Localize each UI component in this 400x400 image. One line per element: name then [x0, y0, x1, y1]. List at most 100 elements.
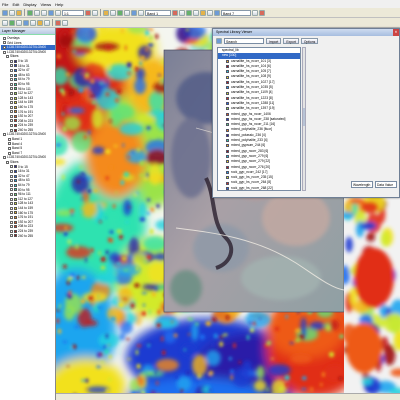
- import-button[interactable]: Import: [266, 38, 282, 44]
- layer-checkbox[interactable]: [3, 156, 6, 160]
- vector-icon[interactable]: [117, 9, 123, 16]
- layer-checkbox[interactable]: [10, 110, 13, 114]
- layer-checkbox[interactable]: [6, 55, 9, 59]
- layer-checkbox[interactable]: [3, 36, 6, 40]
- layer-checkbox[interactable]: [10, 206, 13, 210]
- layer-checkbox[interactable]: [10, 91, 13, 95]
- scrollbar-thumb[interactable]: [303, 108, 305, 126]
- vertex-icon[interactable]: [16, 19, 22, 26]
- layer-checkbox[interactable]: [10, 188, 13, 192]
- layer-checkbox[interactable]: [10, 165, 13, 169]
- layer-checkbox[interactable]: [8, 137, 11, 141]
- band-combo[interactable]: Band 7: [221, 9, 251, 16]
- crosshair-icon[interactable]: [124, 9, 130, 16]
- open-file-icon[interactable]: [2, 9, 8, 16]
- layer-checkbox[interactable]: [10, 105, 13, 109]
- chip-icon[interactable]: [252, 9, 258, 16]
- menu-file[interactable]: File: [0, 2, 10, 7]
- search-input[interactable]: Search: [224, 38, 264, 44]
- annotation-icon[interactable]: [103, 9, 109, 16]
- go-to-icon[interactable]: [55, 19, 61, 26]
- layer-checkbox[interactable]: [3, 50, 6, 54]
- layer-checkbox[interactable]: [3, 45, 6, 49]
- spectrum-color-swatch: [226, 70, 229, 74]
- layer-checkbox[interactable]: [10, 101, 13, 105]
- cursor-value-icon[interactable]: [131, 9, 137, 16]
- layer-checkbox[interactable]: [10, 119, 13, 123]
- layer-checkbox[interactable]: [10, 64, 13, 68]
- zoom-out-icon[interactable]: [41, 9, 47, 16]
- rotate-icon[interactable]: [48, 9, 54, 16]
- layer-checkbox[interactable]: [6, 160, 9, 164]
- layer-checkbox[interactable]: [10, 234, 13, 238]
- layer-checkbox[interactable]: [10, 220, 13, 224]
- layer-checkbox[interactable]: [8, 151, 11, 155]
- swipe-icon[interactable]: [179, 9, 185, 16]
- layer-checkbox[interactable]: [10, 128, 13, 132]
- layer-checkbox[interactable]: [10, 78, 13, 82]
- sharpen-icon[interactable]: [207, 9, 213, 16]
- layer-checkbox[interactable]: [10, 59, 13, 63]
- close-icon[interactable]: ✕: [393, 29, 399, 36]
- select-icon[interactable]: [55, 9, 61, 16]
- options-button[interactable]: Options: [300, 38, 319, 44]
- layer-checkbox[interactable]: [10, 179, 13, 183]
- layer-combo[interactable]: Band 1: [145, 9, 171, 16]
- layer-checkbox[interactable]: [3, 133, 6, 137]
- view-icon[interactable]: [37, 19, 43, 26]
- fit-icon[interactable]: [85, 9, 91, 16]
- layer-checkbox[interactable]: [10, 215, 13, 219]
- spectra-list-scrollbar[interactable]: [302, 47, 306, 191]
- transparency-icon[interactable]: [214, 9, 220, 16]
- roi-icon[interactable]: [110, 9, 116, 16]
- layer-checkbox[interactable]: [3, 41, 6, 45]
- pan-icon[interactable]: [27, 9, 33, 16]
- export-icon[interactable]: [259, 9, 265, 16]
- pixel-locator-icon[interactable]: [62, 19, 68, 26]
- layer-tree-item[interactable]: 240 to 255: [1, 234, 55, 239]
- layer-checkbox[interactable]: [10, 174, 13, 178]
- layer-checkbox[interactable]: [10, 229, 13, 233]
- export-button[interactable]: Export: [283, 38, 299, 44]
- grid-icon[interactable]: [92, 9, 98, 16]
- stretch-icon[interactable]: [138, 9, 144, 16]
- menu-display[interactable]: Display: [21, 2, 38, 7]
- layer-checkbox[interactable]: [10, 192, 13, 196]
- layer-checkbox[interactable]: [10, 73, 13, 77]
- wavelength-dropdown[interactable]: Wavelength: [351, 181, 373, 188]
- layer-checkbox[interactable]: [10, 68, 13, 72]
- zoom-combo[interactable]: 1:1: [62, 9, 84, 16]
- layer-checkbox[interactable]: [10, 197, 13, 201]
- layer-checkbox[interactable]: [10, 96, 13, 100]
- layer-checkbox[interactable]: [10, 183, 13, 187]
- layer-checkbox[interactable]: [10, 202, 13, 206]
- layer-checkbox[interactable]: [10, 87, 13, 91]
- slice-color-swatch: [14, 215, 17, 219]
- measure-icon[interactable]: [23, 19, 29, 26]
- layer-checkbox[interactable]: [8, 142, 11, 146]
- menu-views[interactable]: Views: [38, 2, 53, 7]
- zoom-in-icon[interactable]: [34, 9, 40, 16]
- brightness-icon[interactable]: [193, 9, 199, 16]
- layer-checkbox[interactable]: [10, 82, 13, 86]
- layer-checkbox[interactable]: [10, 225, 13, 229]
- data-value-dropdown[interactable]: Data Value: [375, 181, 397, 188]
- menu-help[interactable]: Help: [53, 2, 65, 7]
- layer-checkbox[interactable]: [10, 124, 13, 128]
- library-icon[interactable]: [216, 38, 222, 44]
- contrast-icon[interactable]: [200, 9, 206, 16]
- link-icon[interactable]: [44, 19, 50, 26]
- vector-edit-icon[interactable]: [9, 19, 15, 26]
- layer-checkbox[interactable]: [10, 114, 13, 118]
- layer-checkbox[interactable]: [10, 211, 13, 215]
- spectra-list[interactable]: spectral_lib new [330] carnallite_hs_ncorr…: [217, 47, 301, 191]
- menu-edit[interactable]: Edit: [10, 2, 21, 7]
- portal-icon[interactable]: [30, 19, 36, 26]
- vector-create-icon[interactable]: [2, 19, 8, 26]
- blend-icon[interactable]: [186, 9, 192, 16]
- save-icon[interactable]: [9, 9, 15, 16]
- folder-icon[interactable]: [16, 9, 22, 16]
- layer-checkbox[interactable]: [10, 170, 13, 174]
- flicker-icon[interactable]: [172, 9, 178, 16]
- layer-checkbox[interactable]: [8, 147, 11, 151]
